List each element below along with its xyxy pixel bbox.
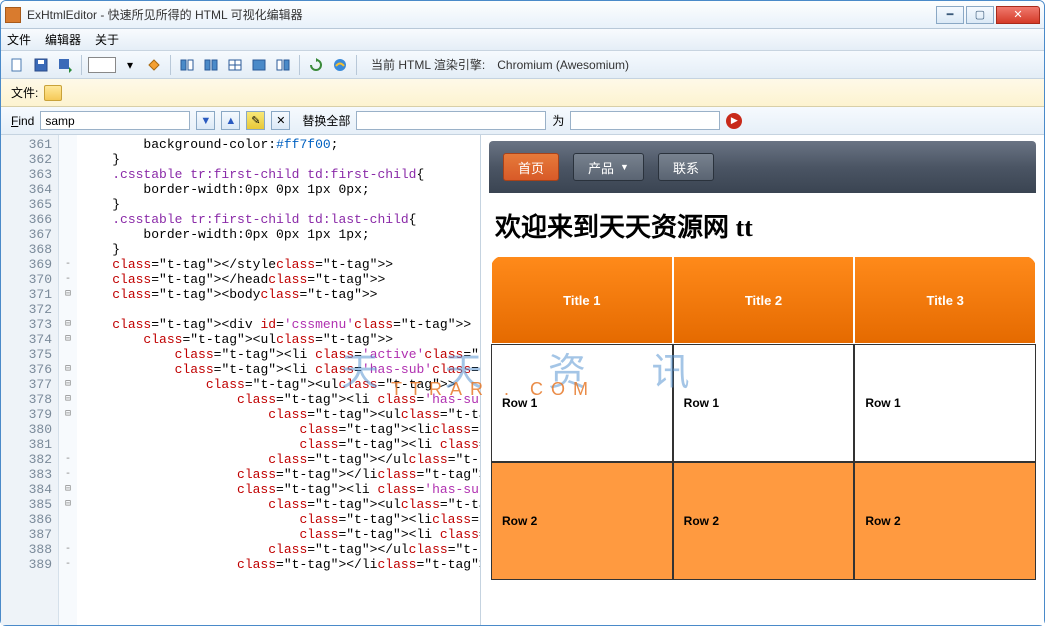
find-next-icon[interactable]: ▼ [196, 111, 215, 130]
table-cell: Row 2 [673, 462, 855, 580]
fill-icon[interactable] [144, 55, 164, 75]
table-cell: Row 2 [854, 462, 1036, 580]
preview-pane: 首页 产品▼ 联系 欢迎来到天天资源网 tt Title 1 Title 2 T… [481, 135, 1044, 625]
preview-navbar: 首页 产品▼ 联系 [489, 141, 1036, 193]
menu-file[interactable]: 文件 [7, 31, 31, 48]
color-swatch[interactable] [88, 57, 116, 73]
replace-all-label: 替换全部 [302, 112, 350, 129]
find-prev-icon[interactable]: ▲ [221, 111, 240, 130]
nav-products[interactable]: 产品▼ [573, 153, 644, 181]
line-gutter: 3613623633643653663673683693703713723733… [1, 135, 59, 625]
preview-table: Title 1 Title 2 Title 3 Row 1 Row 1 Row … [491, 256, 1036, 580]
menubar: 文件 编辑器 关于 [1, 29, 1044, 51]
filebar-label: 文件: [11, 84, 38, 101]
table-header: Title 2 [673, 256, 855, 344]
app-icon [5, 7, 21, 23]
nav-home[interactable]: 首页 [503, 153, 559, 181]
chevron-down-icon: ▼ [620, 162, 629, 172]
window-title: ExHtmlEditor - 快速所见所得的 HTML 可视化编辑器 [27, 6, 936, 23]
table-cell: Row 1 [854, 344, 1036, 462]
render-engine-value: Chromium (Awesomium) [497, 58, 629, 72]
preview-heading: 欢迎来到天天资源网 tt [495, 207, 1044, 244]
save-dropdown-icon[interactable] [55, 55, 75, 75]
layout-left-icon[interactable] [201, 55, 221, 75]
layout-grid-icon[interactable] [225, 55, 245, 75]
main-split: 3613623633643653663673683693703713723733… [1, 135, 1044, 625]
fold-column[interactable]: --⊟⊟⊟⊟⊟⊟⊟--⊟⊟-- [59, 135, 77, 625]
filebar: 文件: [1, 79, 1044, 107]
replace-from-input[interactable] [356, 111, 546, 130]
replace-to-input[interactable] [570, 111, 720, 130]
highlight-icon[interactable]: ✎ [246, 111, 265, 130]
find-input[interactable] [40, 111, 190, 130]
findbar: Find ▼ ▲ ✎ ✕ 替换全部 为 ▶ [1, 107, 1044, 135]
replace-go-button[interactable]: ▶ [726, 113, 742, 129]
titlebar: ExHtmlEditor - 快速所见所得的 HTML 可视化编辑器 ━ ▢ ✕ [1, 1, 1044, 29]
table-header: Title 1 [491, 256, 673, 344]
refresh-icon[interactable] [306, 55, 326, 75]
toolbar: ▾ 当前 HTML 渲染引擎: Chromium (Awesomium) [1, 51, 1044, 79]
new-icon[interactable] [7, 55, 27, 75]
close-button[interactable]: ✕ [996, 6, 1040, 24]
menu-about[interactable]: 关于 [95, 31, 119, 48]
clear-icon[interactable]: ✕ [271, 111, 290, 130]
table-cell: Row 1 [491, 344, 673, 462]
layout-split-icon[interactable] [177, 55, 197, 75]
minimize-button[interactable]: ━ [936, 6, 964, 24]
folder-icon[interactable] [44, 85, 62, 101]
nav-contact[interactable]: 联系 [658, 153, 714, 181]
code-body[interactable]: background-color:#ff7f00; } .csstable tr… [77, 135, 480, 625]
find-label: Find [11, 114, 34, 128]
save-icon[interactable] [31, 55, 51, 75]
to-label: 为 [552, 112, 564, 129]
layout-right-icon[interactable] [273, 55, 293, 75]
color-dropdown-icon[interactable]: ▾ [120, 55, 140, 75]
menu-editor[interactable]: 编辑器 [45, 31, 81, 48]
table-header: Title 3 [854, 256, 1036, 344]
table-cell: Row 1 [673, 344, 855, 462]
code-editor[interactable]: 3613623633643653663673683693703713723733… [1, 135, 481, 625]
render-engine-label: 当前 HTML 渲染引擎: [371, 56, 485, 73]
layout-full-icon[interactable] [249, 55, 269, 75]
table-cell: Row 2 [491, 462, 673, 580]
ie-icon[interactable] [330, 55, 350, 75]
maximize-button[interactable]: ▢ [966, 6, 994, 24]
